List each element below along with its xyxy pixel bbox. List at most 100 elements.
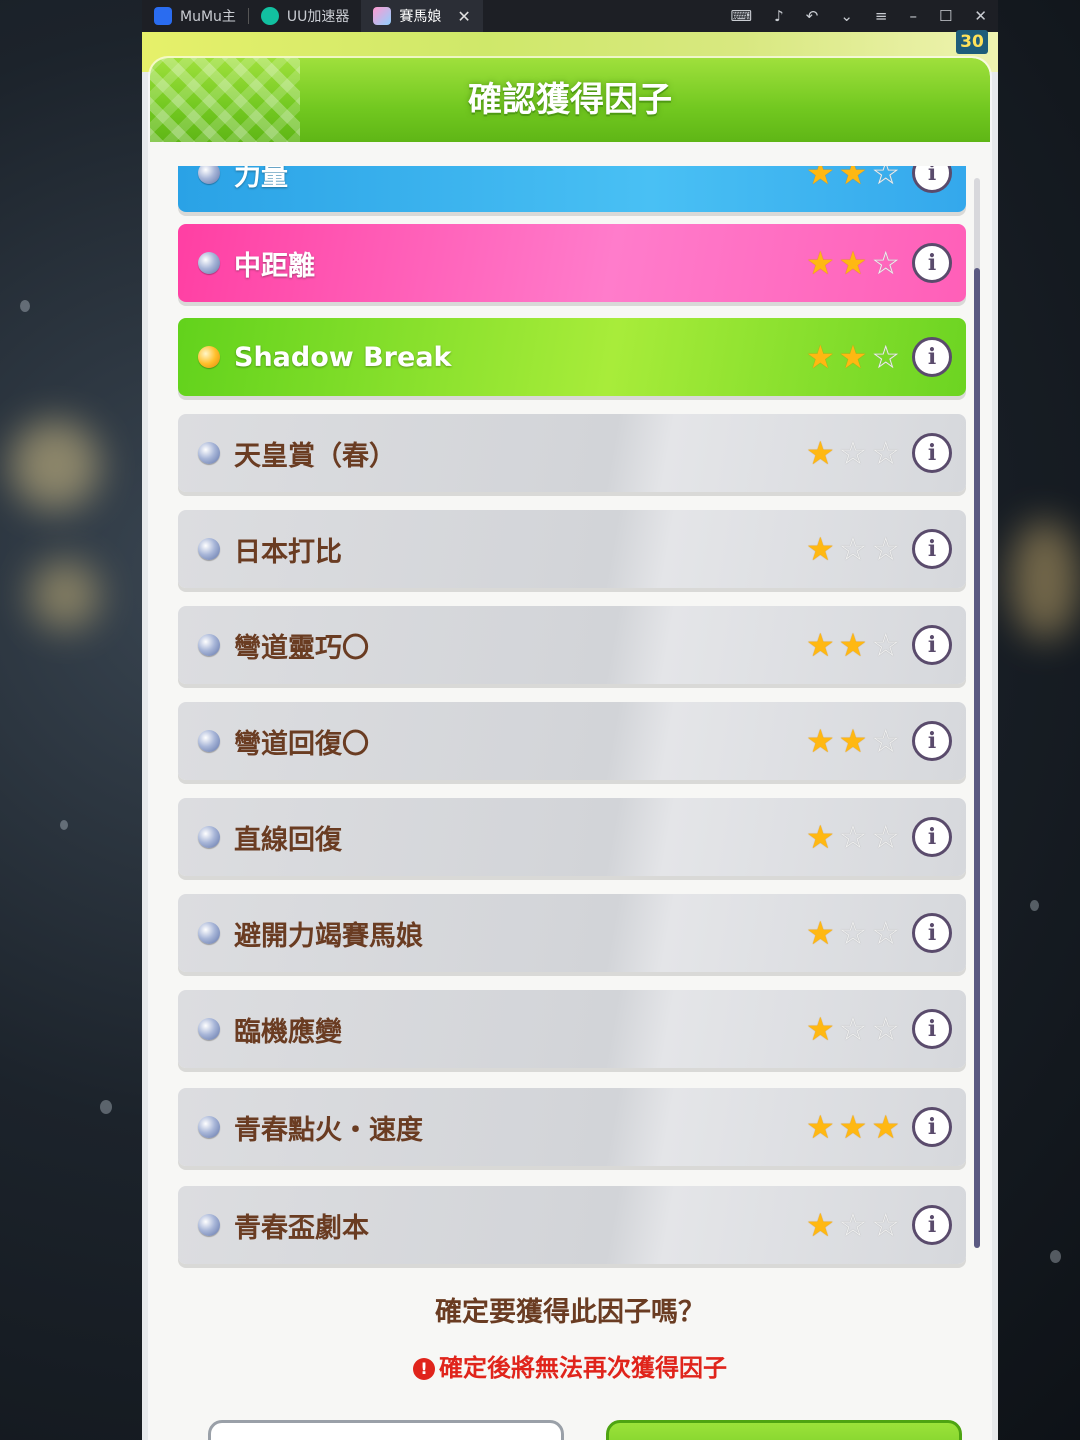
star-rating: ★ ☆ ☆ xyxy=(804,533,902,565)
emulator-window: MuMu主 UU加速器 賽馬娘 ✕ ⌨ ♪ ↶ ⌄ ≡ – ☐ ✕ 30 確認獲… xyxy=(142,0,998,1440)
star-empty-icon: ☆ xyxy=(838,914,868,952)
star-filled-icon: ★ xyxy=(805,1108,835,1146)
star-empty-icon: ☆ xyxy=(871,1010,900,1048)
chevron-down-icon[interactable]: ⌄ xyxy=(840,7,853,25)
star-filled-icon: ★ xyxy=(805,1010,835,1048)
menu-icon[interactable]: ≡ xyxy=(875,7,888,25)
keyboard-icon[interactable]: ⌨ xyxy=(731,7,753,25)
tab-mumu[interactable]: MuMu主 xyxy=(142,0,248,32)
factor-row[interactable]: 直線回復 ★ ☆ ☆ i xyxy=(178,798,966,876)
star-empty-icon: ☆ xyxy=(871,818,900,856)
factor-name: 直線回復 xyxy=(234,824,342,856)
bullet-icon xyxy=(198,922,220,944)
info-icon[interactable]: i xyxy=(912,625,952,665)
star-filled-icon: ★ xyxy=(805,626,835,664)
minimize-icon[interactable]: – xyxy=(909,7,917,25)
cancel-button[interactable] xyxy=(208,1420,564,1440)
star-rating: ★ ★ ☆ xyxy=(804,166,902,189)
factor-list[interactable]: 力量 ★ ★ ☆ i 中距離 ★ ★ ☆ i Shadow Break ★ ★ ☆ i 天皇賞（春） ★ ☆ ☆ i 日… xyxy=(150,166,990,1276)
star-empty-icon: ☆ xyxy=(871,166,900,192)
star-filled-icon: ★ xyxy=(838,1108,868,1146)
factor-row[interactable]: Shadow Break ★ ★ ☆ i xyxy=(178,318,966,396)
tab-label: 賽馬娘 xyxy=(399,9,442,25)
info-icon[interactable]: i xyxy=(912,529,952,569)
tab-uu[interactable]: UU加速器 xyxy=(249,0,362,32)
bullet-icon xyxy=(198,730,220,752)
star-filled-icon: ★ xyxy=(838,626,868,664)
star-empty-icon: ☆ xyxy=(838,818,868,856)
info-icon[interactable]: i xyxy=(912,817,952,857)
star-empty-icon: ☆ xyxy=(871,626,900,664)
rain-drop xyxy=(20,300,30,312)
star-empty-icon: ☆ xyxy=(838,434,868,472)
star-empty-icon: ☆ xyxy=(871,244,900,282)
factor-name: 力量 xyxy=(234,166,288,192)
factor-name: 臨機應變 xyxy=(234,1016,342,1048)
info-icon[interactable]: i xyxy=(912,913,952,953)
bullet-icon xyxy=(198,346,220,368)
info-icon[interactable]: i xyxy=(912,433,952,473)
factor-name: 避開力竭賽馬娘 xyxy=(234,920,423,952)
tab-umamusume[interactable]: 賽馬娘 ✕ xyxy=(361,0,483,32)
volume-icon[interactable]: ♪ xyxy=(774,7,784,25)
factor-row[interactable]: 避開力竭賽馬娘 ★ ☆ ☆ i xyxy=(178,894,966,972)
factor-row[interactable]: 青春盃劇本 ★ ☆ ☆ i xyxy=(178,1186,966,1264)
factor-name: 中距離 xyxy=(234,250,315,282)
star-filled-icon: ★ xyxy=(805,1206,835,1244)
star-rating: ★ ☆ ☆ xyxy=(804,437,902,469)
back-icon[interactable]: ↶ xyxy=(806,7,819,25)
info-icon[interactable]: i xyxy=(912,1009,952,1049)
bullet-icon xyxy=(198,252,220,274)
star-filled-icon: ★ xyxy=(838,244,868,282)
scrollbar[interactable] xyxy=(974,178,980,1248)
info-icon[interactable]: i xyxy=(912,166,952,193)
warning-message: ! 確定後將無法再次獲得因子 xyxy=(150,1348,990,1383)
factor-row[interactable]: 彎道靈巧〇 ★ ★ ☆ i xyxy=(178,606,966,684)
window-controls: ⌨ ♪ ↶ ⌄ ≡ – ☐ ✕ xyxy=(720,0,999,32)
star-empty-icon: ☆ xyxy=(871,1206,900,1244)
star-filled-icon: ★ xyxy=(805,434,835,472)
star-rating: ★ ☆ ☆ xyxy=(804,917,902,949)
scroll-thumb[interactable] xyxy=(974,268,980,1248)
info-icon[interactable]: i xyxy=(912,337,952,377)
star-filled-icon: ★ xyxy=(838,722,868,760)
bullet-icon xyxy=(198,826,220,848)
star-filled-icon: ★ xyxy=(805,914,835,952)
factor-name: 青春點火・速度 xyxy=(234,1114,423,1146)
star-filled-icon: ★ xyxy=(805,244,835,282)
dialog-title: 確認獲得因子 xyxy=(468,80,672,120)
close-icon[interactable]: ✕ xyxy=(974,7,987,25)
factor-row[interactable]: 中距離 ★ ★ ☆ i xyxy=(178,224,966,302)
factor-name: 天皇賞（春） xyxy=(234,440,396,472)
star-rating: ★ ★ ☆ xyxy=(804,725,902,757)
star-empty-icon: ☆ xyxy=(871,434,900,472)
factor-name: 青春盃劇本 xyxy=(234,1212,369,1244)
background-light xyxy=(1010,520,1080,640)
factor-row[interactable]: 日本打比 ★ ☆ ☆ i xyxy=(178,510,966,588)
star-empty-icon: ☆ xyxy=(871,530,900,568)
close-tab-icon[interactable]: ✕ xyxy=(457,7,470,26)
tab-label: MuMu主 xyxy=(180,9,236,25)
factor-name: 彎道回復〇 xyxy=(234,728,369,760)
factor-row[interactable]: 天皇賞（春） ★ ☆ ☆ i xyxy=(178,414,966,492)
star-empty-icon: ☆ xyxy=(871,914,900,952)
factor-row[interactable]: 青春點火・速度 ★ ★ ★ i xyxy=(178,1088,966,1166)
factor-row[interactable]: 臨機應變 ★ ☆ ☆ i xyxy=(178,990,966,1068)
info-icon[interactable]: i xyxy=(912,1205,952,1245)
factor-row[interactable]: 彎道回復〇 ★ ★ ☆ i xyxy=(178,702,966,780)
star-filled-icon: ★ xyxy=(805,722,835,760)
factor-name: 彎道靈巧〇 xyxy=(234,632,369,664)
umamusume-app-icon xyxy=(373,7,392,25)
star-filled-icon: ★ xyxy=(838,338,868,376)
info-icon[interactable]: i xyxy=(912,243,952,283)
maximize-icon[interactable]: ☐ xyxy=(939,7,952,25)
info-icon[interactable]: i xyxy=(912,1107,952,1147)
confirm-button[interactable] xyxy=(606,1420,962,1440)
tab-label: UU加速器 xyxy=(286,9,350,25)
factor-row[interactable]: 力量 ★ ★ ☆ i xyxy=(178,166,966,212)
star-empty-icon: ☆ xyxy=(871,722,900,760)
info-icon[interactable]: i xyxy=(912,721,952,761)
star-empty-icon: ☆ xyxy=(871,338,900,376)
background-light xyxy=(10,420,100,510)
bullet-icon xyxy=(198,1214,220,1236)
